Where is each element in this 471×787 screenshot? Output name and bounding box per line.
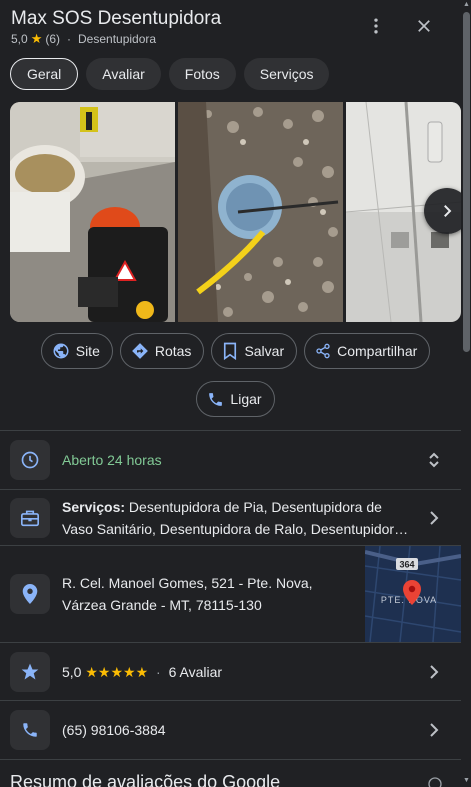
scroll-up-icon[interactable]: ▲ [462, 0, 471, 10]
address-row[interactable]: R. Cel. Manoel Gomes, 521 - Pte. Nova, V… [0, 546, 365, 642]
road-number: 364 [399, 560, 414, 570]
hours-row[interactable]: Aberto 24 horas [0, 431, 461, 489]
globe-icon [52, 342, 70, 360]
chevron-right-icon[interactable] [424, 720, 444, 740]
close-button[interactable] [410, 12, 438, 40]
review-count[interactable]: (6) [45, 32, 60, 46]
bookmark-icon [222, 342, 238, 360]
scrollbar-thumb[interactable] [463, 12, 470, 352]
place-category[interactable]: Desentupidora [78, 32, 156, 46]
address-line-2: Várzea Grande - MT, 78115-130 [62, 597, 262, 613]
chevron-right-icon[interactable] [424, 662, 444, 682]
reviews-summary-title: Resumo de avaliações do Google [10, 772, 281, 787]
more-options-button[interactable] [362, 12, 390, 40]
more-vert-icon [374, 18, 378, 34]
rating-value: 5,0 [11, 32, 28, 46]
site-button[interactable]: Site [40, 333, 113, 369]
save-button[interactable]: Salvar [211, 333, 298, 369]
info-icon[interactable] [427, 776, 443, 787]
chevron-right-icon[interactable] [424, 508, 444, 528]
separator-dot: · [156, 664, 161, 680]
scroll-down-icon[interactable]: ▼ [462, 776, 471, 786]
tab-geral[interactable]: Geral [10, 58, 79, 90]
save-label: Salvar [244, 343, 285, 359]
hours-status: Aberto 24 horas [62, 452, 162, 468]
divider [0, 759, 461, 760]
expand-icon[interactable] [424, 450, 444, 470]
rating-summary: 5,0 ★★★★★ · 6 Avaliar [62, 661, 222, 683]
phone-number: (65) 98106-3884 [62, 722, 166, 738]
clock-icon [10, 440, 50, 480]
call-button[interactable]: Ligar [196, 381, 275, 417]
phone-icon [207, 391, 224, 408]
location-pin-icon [10, 574, 50, 614]
reviews-link[interactable]: 6 Avaliar [169, 664, 222, 680]
share-label: Compartilhar [337, 343, 418, 359]
share-button[interactable]: Compartilhar [304, 333, 431, 369]
tab-servicos[interactable]: Serviços [243, 58, 330, 90]
place-title: Max SOS Desentupidora [11, 8, 222, 29]
place-subline: 5,0 ★ (6) · Desentupidora [11, 31, 156, 47]
rating-stars: ★★★★★ [85, 664, 149, 680]
star-icon [10, 652, 50, 692]
directions-button[interactable]: Rotas [119, 333, 205, 369]
services-row[interactable]: Serviços: Desentupidora de Pia, Desentup… [0, 490, 461, 546]
site-label: Site [75, 343, 100, 359]
address-line-1: R. Cel. Manoel Gomes, 521 - Pte. Nova, [62, 575, 313, 591]
map-thumbnail[interactable]: 364 PTE. NOVA [365, 546, 461, 642]
close-icon [418, 20, 430, 32]
action-chips: Site Rotas Salvar Compartilhar Ligar [0, 333, 471, 429]
directions-label: Rotas [154, 343, 192, 359]
photo-drain[interactable] [178, 102, 343, 322]
directions-icon [131, 342, 149, 360]
rating-row[interactable]: 5,0 ★★★★★ · 6 Avaliar [0, 643, 461, 701]
call-label: Ligar [230, 391, 262, 407]
separator-dot: · [67, 32, 72, 46]
address-text: R. Cel. Manoel Gomes, 521 - Pte. Nova, V… [62, 572, 313, 616]
tab-bar: Geral Avaliar Fotos Serviços [10, 58, 330, 90]
phone-icon [10, 710, 50, 750]
tab-avaliar[interactable]: Avaliar [86, 58, 161, 90]
place-header: Max SOS Desentupidora 5,0 ★ (6) · Desent… [0, 0, 471, 52]
briefcase-icon [10, 498, 50, 538]
phone-row[interactable]: (65) 98106-3884 [0, 701, 461, 759]
services-text: Serviços: Desentupidora de Pia, Desentup… [62, 496, 412, 540]
services-label: Serviços: [62, 499, 126, 515]
share-icon [315, 343, 331, 359]
photo-toilet-pump[interactable] [10, 102, 175, 322]
photo-carousel [10, 102, 461, 322]
rating-score: 5,0 [62, 664, 82, 680]
tab-fotos[interactable]: Fotos [168, 58, 236, 90]
chevron-right-icon [444, 205, 452, 217]
star-icon: ★ [30, 31, 43, 46]
